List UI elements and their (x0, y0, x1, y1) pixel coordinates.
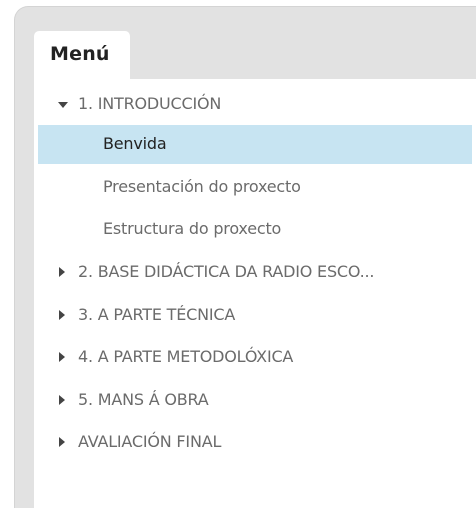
menu-item-introduccion[interactable]: 1. INTRODUCCIÓN (34, 85, 476, 124)
menu-item-label: AVALIACIÓN FINAL (78, 432, 222, 451)
menu-item-parte-metodoloxica[interactable]: 4. A PARTE METODOLÓXICA (34, 338, 476, 377)
menu-tab[interactable]: Menú (34, 31, 130, 81)
menu-tab-label: Menú (50, 43, 110, 65)
triangle-right-icon[interactable] (59, 310, 65, 320)
menu-item-base-didactica[interactable]: 2. BASE DIDÁCTICA DA RADIO ESCO... (34, 253, 476, 292)
menu-item-parte-tecnica[interactable]: 3. A PARTE TÉCNICA (34, 296, 476, 335)
triangle-right-icon[interactable] (59, 267, 65, 277)
triangle-right-icon[interactable] (59, 395, 65, 405)
menu-item-label: Estructura do proxecto (103, 219, 282, 238)
menu-item-label: Presentación do proxecto (103, 177, 301, 196)
menu-item-label: 3. A PARTE TÉCNICA (78, 305, 236, 324)
triangle-right-icon[interactable] (59, 352, 65, 362)
menu-tree: 1. INTRODUCCIÓN Benvida Presentación do … (34, 79, 476, 508)
menu-item-label: 5. MANS Á OBRA (78, 390, 209, 409)
menu-item-label: Benvida (103, 134, 167, 153)
menu-item-estructura[interactable]: Estructura do proxecto (34, 210, 476, 249)
menu-item-label: 2. BASE DIDÁCTICA DA RADIO ESCO... (78, 262, 375, 281)
menu-item-label: 1. INTRODUCCIÓN (78, 94, 222, 113)
menu-item-mans-a-obra[interactable]: 5. MANS Á OBRA (34, 381, 476, 420)
menu-item-avaliacion-final[interactable]: AVALIACIÓN FINAL (34, 423, 476, 462)
triangle-right-icon[interactable] (59, 437, 65, 447)
menu-item-benvida[interactable]: Benvida (38, 125, 472, 164)
triangle-down-icon[interactable] (58, 102, 68, 108)
menu-item-presentacion[interactable]: Presentación do proxecto (34, 168, 476, 207)
menu-item-label: 4. A PARTE METODOLÓXICA (78, 347, 294, 366)
